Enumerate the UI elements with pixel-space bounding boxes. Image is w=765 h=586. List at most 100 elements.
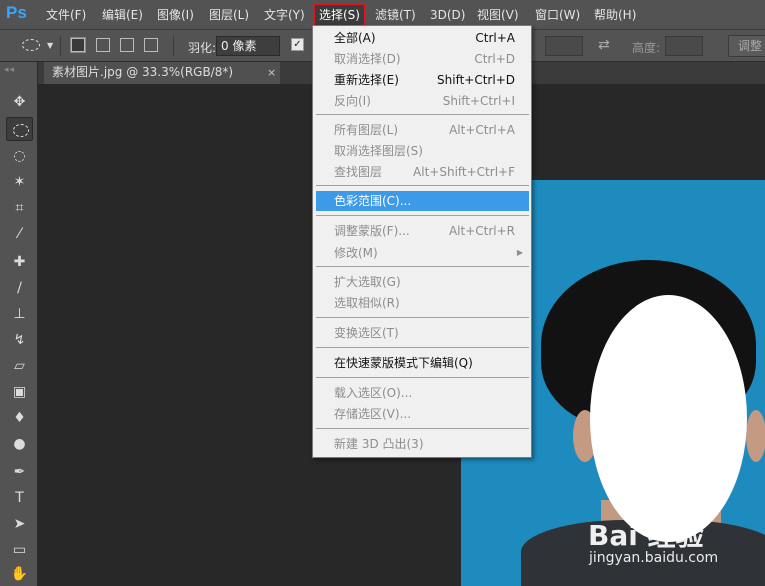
menu-item-color-range[interactable]: 色彩范围(C)... (316, 191, 529, 211)
menu-separator (316, 377, 529, 378)
menu-edit[interactable]: 编辑(E) (102, 6, 143, 24)
menu-select[interactable]: 选择(S) (313, 3, 366, 27)
menu-type[interactable]: 文字(Y) (264, 6, 305, 24)
menu-item-all[interactable]: 全部(A) Ctrl+A (316, 28, 529, 48)
menu-separator (316, 266, 529, 267)
watermark-url: jingyan.baidu.com (589, 550, 719, 566)
submenu-arrow-icon: ▶ (516, 248, 523, 257)
crop-tool-icon[interactable]: ⌗ (6, 196, 33, 220)
feather-label: 羽化: (188, 41, 217, 55)
menu-item-shortcut: Shift+Ctrl+D (437, 73, 515, 87)
menu-separator (316, 114, 529, 115)
gradient-tool-icon[interactable]: ▣ (6, 380, 33, 404)
path-selection-tool-icon[interactable]: ➤ (6, 512, 33, 536)
menu-3d[interactable]: 3D(D) (430, 6, 465, 24)
eyedropper-tool-icon[interactable]: ⁄ (6, 222, 33, 246)
menu-item-new-3d-extrusion[interactable]: 新建 3D 凸出(3) (316, 434, 529, 454)
feather-input[interactable]: 0 像素 (216, 36, 280, 56)
right-ear (746, 410, 765, 462)
menu-item-label: 查找图层 (334, 165, 383, 179)
menu-item-transform-selection[interactable]: 变换选区(T) (316, 323, 529, 343)
brush-tool-icon[interactable]: ∕ (6, 276, 33, 300)
panel-grip-icon[interactable]: ◂◂ (4, 65, 15, 75)
height-label: 高度: (632, 41, 661, 55)
menu-item-deselect-layers[interactable]: 取消选择图层(S) (316, 141, 529, 161)
menu-item-label: 修改(M) (334, 246, 378, 260)
menu-separator (316, 215, 529, 216)
menu-item-label: 取消选择图层(S) (334, 144, 423, 158)
menu-item-modify[interactable]: 修改(M) ▶ (316, 243, 529, 263)
separator (173, 36, 174, 56)
history-brush-tool-icon[interactable]: ↯ (6, 328, 33, 352)
menu-separator (316, 317, 529, 318)
menu-item-shortcut: Alt+Shift+Ctrl+F (413, 165, 515, 179)
hand-tool-icon[interactable]: ✋ (6, 562, 33, 586)
height-input[interactable] (665, 36, 703, 56)
menu-item-label: 重新选择(E) (334, 73, 399, 87)
healing-brush-tool-icon[interactable]: ✚ (6, 250, 33, 274)
elliptical-marquee-tool-icon[interactable] (6, 117, 33, 141)
menu-help[interactable]: 帮助(H) (594, 6, 636, 24)
anti-alias-checkbox[interactable]: ✓ (291, 38, 304, 51)
menu-item-similar[interactable]: 选取相似(R) (316, 293, 529, 313)
menu-file[interactable]: 文件(F) (46, 6, 86, 24)
menu-item-find-layers[interactable]: 查找图层 Alt+Shift+Ctrl+F (316, 162, 529, 182)
close-icon[interactable]: × (267, 62, 276, 83)
menu-item-label: 变换选区(T) (334, 326, 399, 340)
menu-item-label: 新建 3D 凸出(3) (334, 437, 424, 451)
clone-stamp-tool-icon[interactable]: ⊥ (6, 302, 33, 326)
rectangle-tool-icon[interactable]: ▭ (6, 538, 33, 562)
menu-item-reselect[interactable]: 重新选择(E) Shift+Ctrl+D (316, 70, 529, 90)
menu-item-quick-mask[interactable]: 在快速蒙版模式下编辑(Q) (316, 353, 529, 373)
chevron-down-icon[interactable]: ▼ (47, 41, 53, 50)
menu-item-grow[interactable]: 扩大选取(G) (316, 272, 529, 292)
move-tool-icon[interactable]: ✥ (6, 90, 33, 114)
menu-window[interactable]: 窗口(W) (535, 6, 580, 24)
dodge-tool-icon[interactable]: ● (6, 432, 33, 456)
eraser-tool-icon[interactable]: ▱ (6, 354, 33, 378)
menu-image[interactable]: 图像(I) (157, 6, 194, 24)
menu-item-label: 调整蒙版(F)... (334, 224, 410, 238)
menu-item-inverse[interactable]: 反向(I) Shift+Ctrl+I (316, 91, 529, 111)
menu-item-shortcut: Alt+Ctrl+R (448, 224, 515, 238)
pen-tool-icon[interactable]: ✒ (6, 460, 33, 484)
intersect-selection-icon[interactable] (144, 38, 158, 52)
menu-item-label: 取消选择(D) (334, 52, 401, 66)
tool-preset-picker-icon[interactable] (22, 39, 40, 51)
menu-separator (316, 185, 529, 186)
type-tool-icon[interactable]: T (6, 486, 33, 510)
menu-item-label: 反向(I) (334, 94, 371, 108)
separator (60, 36, 61, 56)
menu-item-deselect[interactable]: 取消选择(D) Ctrl+D (316, 49, 529, 69)
menu-item-label: 扩大选取(G) (334, 275, 401, 289)
menu-item-refine-mask[interactable]: 调整蒙版(F)... Alt+Ctrl+R (316, 221, 529, 241)
swap-icon[interactable]: ⇄ (598, 37, 610, 53)
menu-item-load-selection[interactable]: 载入选区(O)... (316, 383, 529, 403)
face-mask-ellipse (590, 295, 747, 542)
menu-item-label: 所有图层(L) (334, 123, 399, 137)
new-selection-icon[interactable] (70, 37, 86, 53)
menu-layer[interactable]: 图层(L) (209, 6, 249, 24)
select-menu-dropdown: 全部(A) Ctrl+A 取消选择(D) Ctrl+D 重新选择(E) Shift+C… (312, 25, 532, 458)
tools-panel: ◂◂ ✥ ◌ ✶ ⌗ ⁄ ✚ ∕ ⊥ ↯ ▱ ▣ ♦ ● ✒ T ➤ ▭ ✋ (0, 62, 38, 586)
lasso-tool-icon[interactable]: ◌ (6, 144, 33, 168)
menu-item-label: 选取相似(R) (334, 296, 400, 310)
menu-item-label: 在快速蒙版模式下编辑(Q) (334, 356, 473, 370)
subtract-from-selection-icon[interactable] (120, 38, 134, 52)
menu-item-all-layers[interactable]: 所有图层(L) Alt+Ctrl+A (316, 120, 529, 140)
menu-item-save-selection[interactable]: 存储选区(V)... (316, 404, 529, 424)
document-tab[interactable]: 素材图片.jpg @ 33.3%(RGB/8*) × (44, 62, 280, 84)
menu-item-shortcut: Ctrl+D (474, 52, 515, 66)
menu-view[interactable]: 视图(V) (477, 6, 519, 24)
menu-item-label: 色彩范围(C)... (334, 194, 412, 208)
add-to-selection-icon[interactable] (96, 38, 110, 52)
menu-item-label: 全部(A) (334, 31, 376, 45)
menu-separator (316, 428, 529, 429)
refine-edge-button[interactable]: 调整 (728, 35, 765, 57)
menu-filter[interactable]: 滤镜(T) (375, 6, 416, 24)
menu-item-shortcut: Alt+Ctrl+A (449, 123, 515, 137)
menu-item-label: 存储选区(V)... (334, 407, 412, 421)
width-input[interactable] (545, 36, 583, 56)
magic-wand-tool-icon[interactable]: ✶ (6, 170, 33, 194)
blur-tool-icon[interactable]: ♦ (6, 406, 33, 430)
